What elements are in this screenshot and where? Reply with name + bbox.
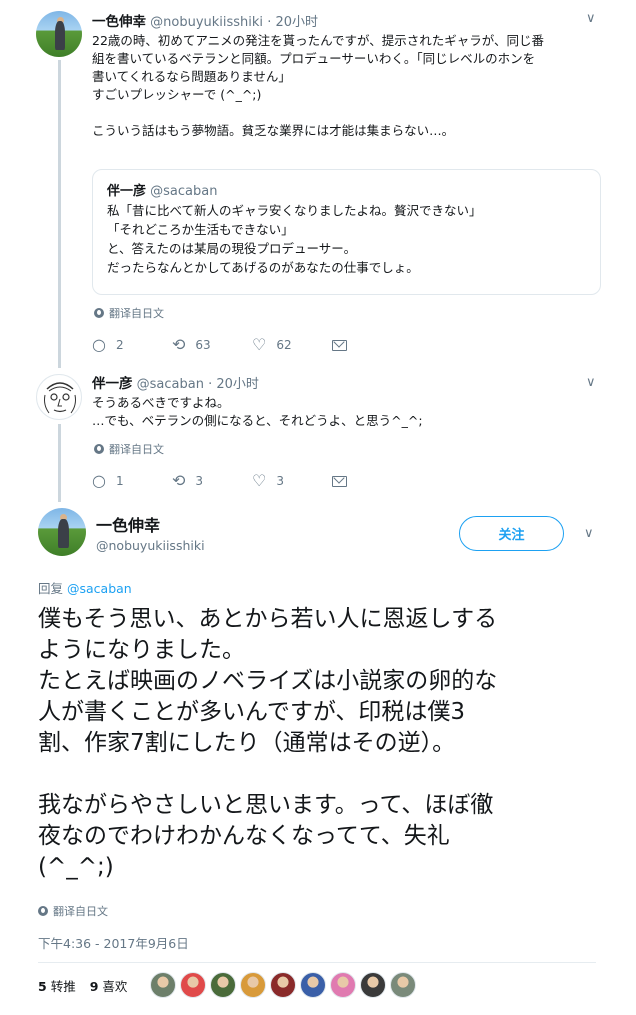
main-author-handle[interactable]: @nobuyukiisshiki [96, 538, 205, 553]
liker-avatar[interactable] [360, 972, 386, 998]
reply-button[interactable]: ○ 1 [92, 473, 172, 489]
liker-avatar[interactable] [150, 972, 176, 998]
replying-to: 回复 @sacaban [38, 578, 132, 597]
retweet-count: 63 [195, 338, 211, 352]
reply-icon: ○ [92, 471, 106, 490]
follow-button[interactable]: 关注 [459, 516, 564, 551]
quoted-tweet[interactable]: 伴一彦 @sacaban 私「昔に比べて新人のギャラ安くなりましたよね。贅沢でき… [92, 169, 601, 295]
tweet-stats: 5 转推 9 喜欢 [38, 976, 127, 995]
retweet-icon: ⟲ [172, 335, 186, 354]
tweet-2: 伴一彦 @sacaban · 20小时 そうあるべきですよね。 …でも、ベテラン… [92, 372, 606, 430]
like-count: 62 [276, 338, 292, 352]
tweet-1-line: こういう話はもう夢物語。貧乏な業界には才能は集まらない…。 [92, 123, 455, 138]
translate-label: 翻译自日文 [109, 443, 164, 456]
retweet-count: 3 [195, 474, 204, 488]
like-count: 3 [276, 474, 284, 488]
mail-icon [332, 475, 347, 487]
reply-to-link[interactable]: @sacaban [67, 581, 132, 596]
tweet-2-line: …でも、ベテランの側になると、それどうよ、と思う^_^; [92, 413, 423, 428]
liker-avatar[interactable] [270, 972, 296, 998]
tweet-1-actions: ○ 2 ⟲ 63 ♡ 62 [92, 337, 412, 353]
likers-avatars [150, 972, 416, 998]
divider [38, 962, 596, 963]
tweet-1-time[interactable]: · 20小时 [267, 15, 318, 30]
chevron-down-icon[interactable]: ∨ [586, 11, 596, 26]
mail-icon [332, 339, 347, 351]
translate-label: 翻译自日文 [109, 307, 164, 320]
quoted-tweet-header: 伴一彦 @sacaban [107, 180, 586, 199]
retweet-stat-label: 转推 [50, 979, 76, 994]
quoted-tweet-text: 私「昔に比べて新人のギャラ安くなりましたよね。贅沢できない」 「それどころか生活… [107, 201, 586, 277]
tweet-2-line: そうあるべきですよね。 [92, 395, 230, 410]
tweet-1-line: 書いてくれるなら問題ありません」 [92, 69, 291, 84]
main-author-name[interactable]: 一色伸幸 [96, 512, 160, 536]
reply-icon: ○ [92, 335, 106, 354]
tweet-2-header: 伴一彦 @sacaban · 20小时 [92, 372, 606, 392]
retweet-stat[interactable]: 5 转推 [38, 976, 76, 995]
quoted-line: 私「昔に比べて新人のギャラ安くなりましたよね。贅沢できない」 [107, 203, 482, 218]
heart-icon: ♡ [252, 471, 267, 490]
like-stat-count: 9 [89, 979, 99, 994]
tweet-1-line [92, 104, 606, 122]
quoted-line: と、答えたのは某局の現役プロデューサー。 [107, 241, 357, 256]
tweet-2-text: そうあるべきですよね。 …でも、ベテランの側になると、それどうよ、と思う^_^; [92, 394, 606, 430]
tweet-1-header: 一色伸幸 @nobuyukiisshiki · 20小时 [92, 10, 606, 30]
globe-icon [38, 906, 48, 916]
thread-line-1 [58, 60, 61, 368]
like-button[interactable]: ♡ 62 [252, 337, 332, 353]
globe-icon [94, 308, 104, 318]
like-button[interactable]: ♡ 3 [252, 473, 332, 489]
direct-message-button[interactable] [332, 339, 412, 351]
liker-avatar[interactable] [240, 972, 266, 998]
main-tweet-text: 僕もそう思い、あとから若い人に恩返しする ようになりました。 たとえば映画のノベ… [38, 606, 498, 880]
tweet-1-line: すごいプレッシャーで (^_^;) [92, 87, 262, 102]
avatar-nobuyuki-main[interactable] [38, 508, 86, 556]
quoted-line: だったらなんとかしてあげるのがあなたの仕事でしょ。 [107, 260, 419, 275]
tweet-1-handle[interactable]: @nobuyukiisshiki [150, 15, 263, 30]
like-stat[interactable]: 9 喜欢 [90, 976, 128, 995]
liker-avatar[interactable] [300, 972, 326, 998]
reply-button[interactable]: ○ 2 [92, 337, 172, 353]
retweet-icon: ⟲ [172, 471, 186, 490]
quoted-author-name: 伴一彦 [107, 184, 147, 199]
sketch-face-icon [44, 382, 76, 414]
liker-avatar[interactable] [330, 972, 356, 998]
globe-icon [94, 444, 104, 454]
tweet-1: 一色伸幸 @nobuyukiisshiki · 20小时 22歳の時、初めてアニ… [92, 10, 606, 140]
like-stat-label: 喜欢 [102, 979, 128, 994]
translate-link-2[interactable]: 翻译自日文 [94, 441, 164, 457]
chevron-down-icon[interactable]: ∨ [584, 526, 594, 541]
translate-link-1[interactable]: 翻译自日文 [94, 305, 164, 321]
heart-icon: ♡ [252, 335, 267, 354]
tweet-2-handle[interactable]: @sacaban [137, 377, 204, 392]
avatar-nobuyuki[interactable] [36, 11, 82, 57]
retweet-button[interactable]: ⟲ 3 [172, 473, 252, 489]
liker-avatar[interactable] [390, 972, 416, 998]
tweet-1-line: 組を書いているベテランと同額。プロデューサーいわく。「同じレベルのホンを [92, 51, 536, 66]
reply-count: 1 [115, 474, 124, 488]
thread-line-2 [58, 424, 61, 502]
tweet-2-time[interactable]: · 20小时 [208, 377, 259, 392]
tweet-timestamp[interactable]: 下午4:36 - 2017年9月6日 [38, 933, 189, 952]
tweet-2-author-name[interactable]: 伴一彦 [92, 376, 133, 392]
quoted-author-handle: @sacaban [150, 184, 218, 199]
avatar-sacaban[interactable] [36, 374, 82, 420]
reply-prefix: 回复 [38, 581, 67, 596]
reply-count: 2 [115, 338, 124, 352]
chevron-down-icon[interactable]: ∨ [586, 375, 596, 390]
tweet-2-actions: ○ 1 ⟲ 3 ♡ 3 [92, 473, 412, 489]
translate-label: 翻译自日文 [53, 905, 108, 918]
retweet-stat-count: 5 [38, 979, 47, 994]
tweet-1-author-name[interactable]: 一色伸幸 [92, 14, 146, 30]
retweet-button[interactable]: ⟲ 63 [172, 337, 252, 353]
liker-avatar[interactable] [210, 972, 236, 998]
liker-avatar[interactable] [180, 972, 206, 998]
direct-message-button[interactable] [332, 475, 412, 487]
translate-link-main[interactable]: 翻译自日文 [38, 903, 108, 919]
quoted-line: 「それどころか生活もできない」 [107, 222, 294, 237]
tweet-1-line: 22歳の時、初めてアニメの発注を貰ったんですが、提示されたギャラが、同じ番 [92, 33, 545, 48]
tweet-1-text: 22歳の時、初めてアニメの発注を貰ったんですが、提示されたギャラが、同じ番 組を… [92, 32, 606, 140]
